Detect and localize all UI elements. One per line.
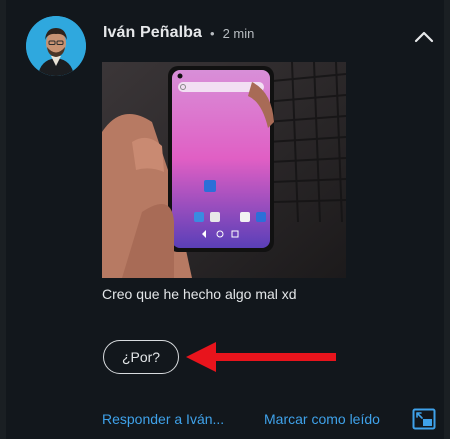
- collapse-button[interactable]: [411, 24, 437, 50]
- red-arrow-icon: [186, 342, 336, 372]
- timestamp: 2 min: [222, 25, 255, 41]
- reply-action-button[interactable]: Responder a Iván...: [102, 411, 224, 427]
- message-photo[interactable]: [102, 62, 346, 278]
- chevron-up-icon: [414, 31, 434, 43]
- picture-in-picture-icon: [412, 408, 436, 430]
- notification-card[interactable]: Iván Peñalba • 2 min Creo que he hecho a…: [6, 0, 444, 439]
- notification-screen: Iván Peñalba • 2 min Creo que he hecho a…: [0, 0, 450, 439]
- phone-in-hand-image: [102, 62, 346, 278]
- avatar-portrait-image: [26, 16, 86, 76]
- sender-name: Iván Peñalba: [103, 24, 203, 41]
- mark-as-read-button[interactable]: Marcar como leído: [264, 411, 380, 427]
- header-separator: •: [210, 25, 215, 41]
- open-window-button[interactable]: [412, 408, 436, 430]
- right-edge: [444, 0, 450, 439]
- quick-reply-chip[interactable]: ¿Por?: [103, 340, 179, 374]
- notification-header: Iván Peñalba • 2 min: [103, 24, 254, 42]
- message-text: Creo que he hecho algo mal xd: [102, 286, 297, 302]
- avatar[interactable]: [26, 16, 86, 76]
